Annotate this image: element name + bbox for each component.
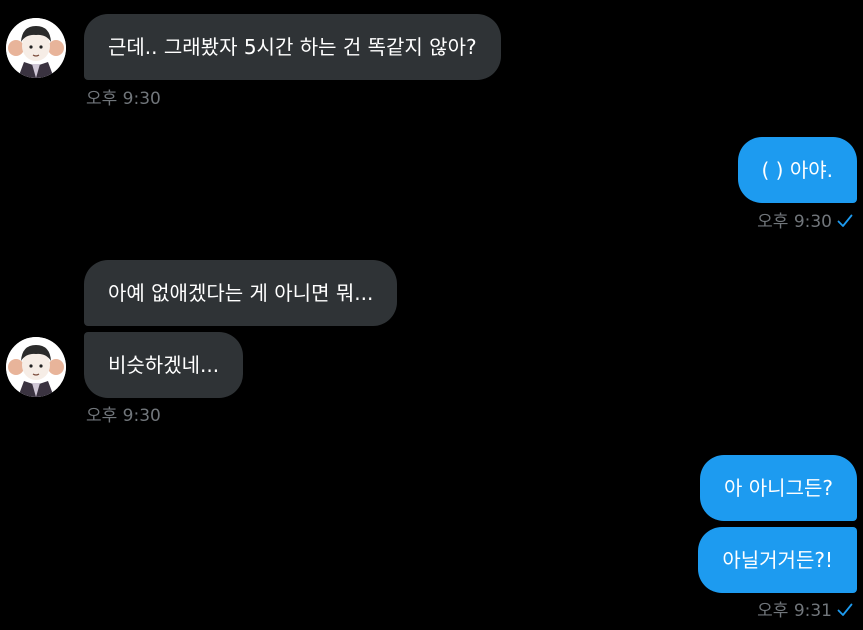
check-icon <box>837 214 853 227</box>
message-timestamp-row: 오후 9:31 <box>757 596 853 621</box>
message-bubble-incoming[interactable]: 아예 없애겠다는 게 아니면 뭐... <box>84 260 398 326</box>
message-timestamp: 오후 9:30 <box>757 212 832 232</box>
check-icon <box>837 603 853 616</box>
message-bubble-outgoing[interactable]: ( ) 아야. <box>737 137 857 203</box>
message-bubble-outgoing[interactable]: 아닐거거든?! <box>698 527 857 593</box>
message-bubble-outgoing[interactable]: 아 아니그든? <box>700 455 857 521</box>
message-timestamp: 오후 9:30 <box>86 406 161 426</box>
message-bubble-incoming[interactable]: 비슷하겠네... <box>84 332 244 398</box>
avatar-icon[interactable] <box>6 337 66 397</box>
message-timestamp: 오후 9:31 <box>757 601 832 621</box>
message-timestamp-row: 오후 9:30 <box>757 207 853 232</box>
message-timestamp: 오후 9:30 <box>86 89 161 109</box>
message-bubble-incoming[interactable]: 근데.. 그래봤자 5시간 하는 건 똑같지 않아? <box>84 14 501 80</box>
avatar-icon[interactable] <box>6 18 66 78</box>
chat-conversation: 근데.. 그래봤자 5시간 하는 건 똑같지 않아? 오후 9:30 ( ) 아… <box>0 0 863 630</box>
